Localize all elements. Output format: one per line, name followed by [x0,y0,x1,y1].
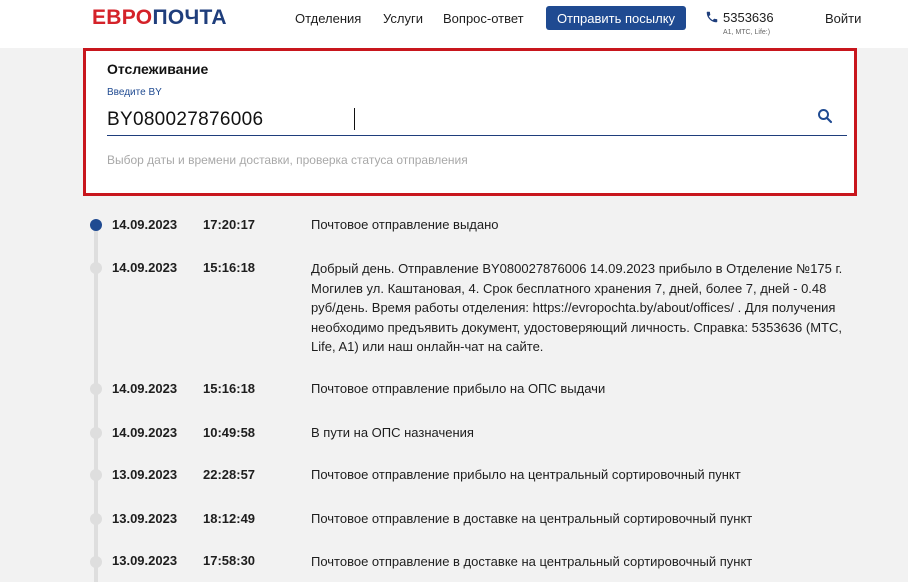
event-time: 10:49:58 [203,425,256,440]
tracking-panel: Отслеживание Введите BY Выбор даты и вре… [83,48,857,196]
tracking-input-underline [107,135,847,136]
timeline-dot [90,469,102,481]
phone-icon[interactable] [705,10,719,24]
event-time: 15:16:18 [203,381,256,396]
timeline-dot [90,556,102,568]
event-description: В пути на ОПС назначения [311,425,474,440]
event-time: 17:58:30 [203,553,256,568]
event-time: 17:20:17 [203,217,256,232]
event-date: 13.09.2023 [112,553,178,568]
tracking-title: Отслеживание [107,61,209,77]
timeline-dot [90,427,102,439]
timeline-line [94,224,98,582]
timeline-dot [90,219,102,231]
timeline-dot [90,513,102,525]
logo-part-pochta: ПОЧТА [152,6,227,29]
event-date: 13.09.2023 [112,511,178,526]
send-parcel-button[interactable]: Отправить посылку [546,6,686,30]
event-time: 15:16:18 [203,260,256,275]
event-date: 13.09.2023 [112,467,178,482]
event-description: Почтовое отправление прибыло на централь… [311,467,741,482]
event-date: 14.09.2023 [112,381,178,396]
event-date: 14.09.2023 [112,217,178,232]
logo-part-evro: ЕВРО [92,6,153,29]
search-icon[interactable] [816,107,834,125]
evropochta-logo[interactable]: ЕВРОПОЧТА [92,6,227,30]
login-link[interactable]: Войти [825,11,861,27]
event-time: 22:28:57 [203,467,256,482]
tracking-input-label: Введите BY [107,87,162,98]
phone-operators: A1, МТС, Life:) [723,29,771,36]
site-header: ЕВРОПОЧТА Отделения Услуги Вопрос-ответ … [0,0,908,48]
text-caret [354,108,355,130]
nav-link-services[interactable]: Услуги [383,11,423,27]
event-description: Добрый день. Отправление BY080027876006 … [311,261,843,354]
tracking-number-input[interactable] [107,106,812,134]
event-date: 14.09.2023 [112,260,178,275]
event-description: Почтовое отправление в доставке на центр… [311,511,753,526]
tracking-hint: Выбор даты и времени доставки, проверка … [107,153,468,167]
event-date: 14.09.2023 [112,425,178,440]
phone-number[interactable]: 5353636 [723,10,774,26]
event-description: Почтовое отправление в доставке на центр… [311,554,753,569]
event-time: 18:12:49 [203,511,256,526]
nav-link-offices[interactable]: Отделения [295,11,361,27]
timeline-dot [90,383,102,395]
event-description: Почтовое отправление прибыло на ОПС выда… [311,381,606,396]
event-description: Почтовое отправление выдано [311,217,499,232]
nav-link-faq[interactable]: Вопрос-ответ [443,11,524,27]
timeline-dot [90,262,102,274]
